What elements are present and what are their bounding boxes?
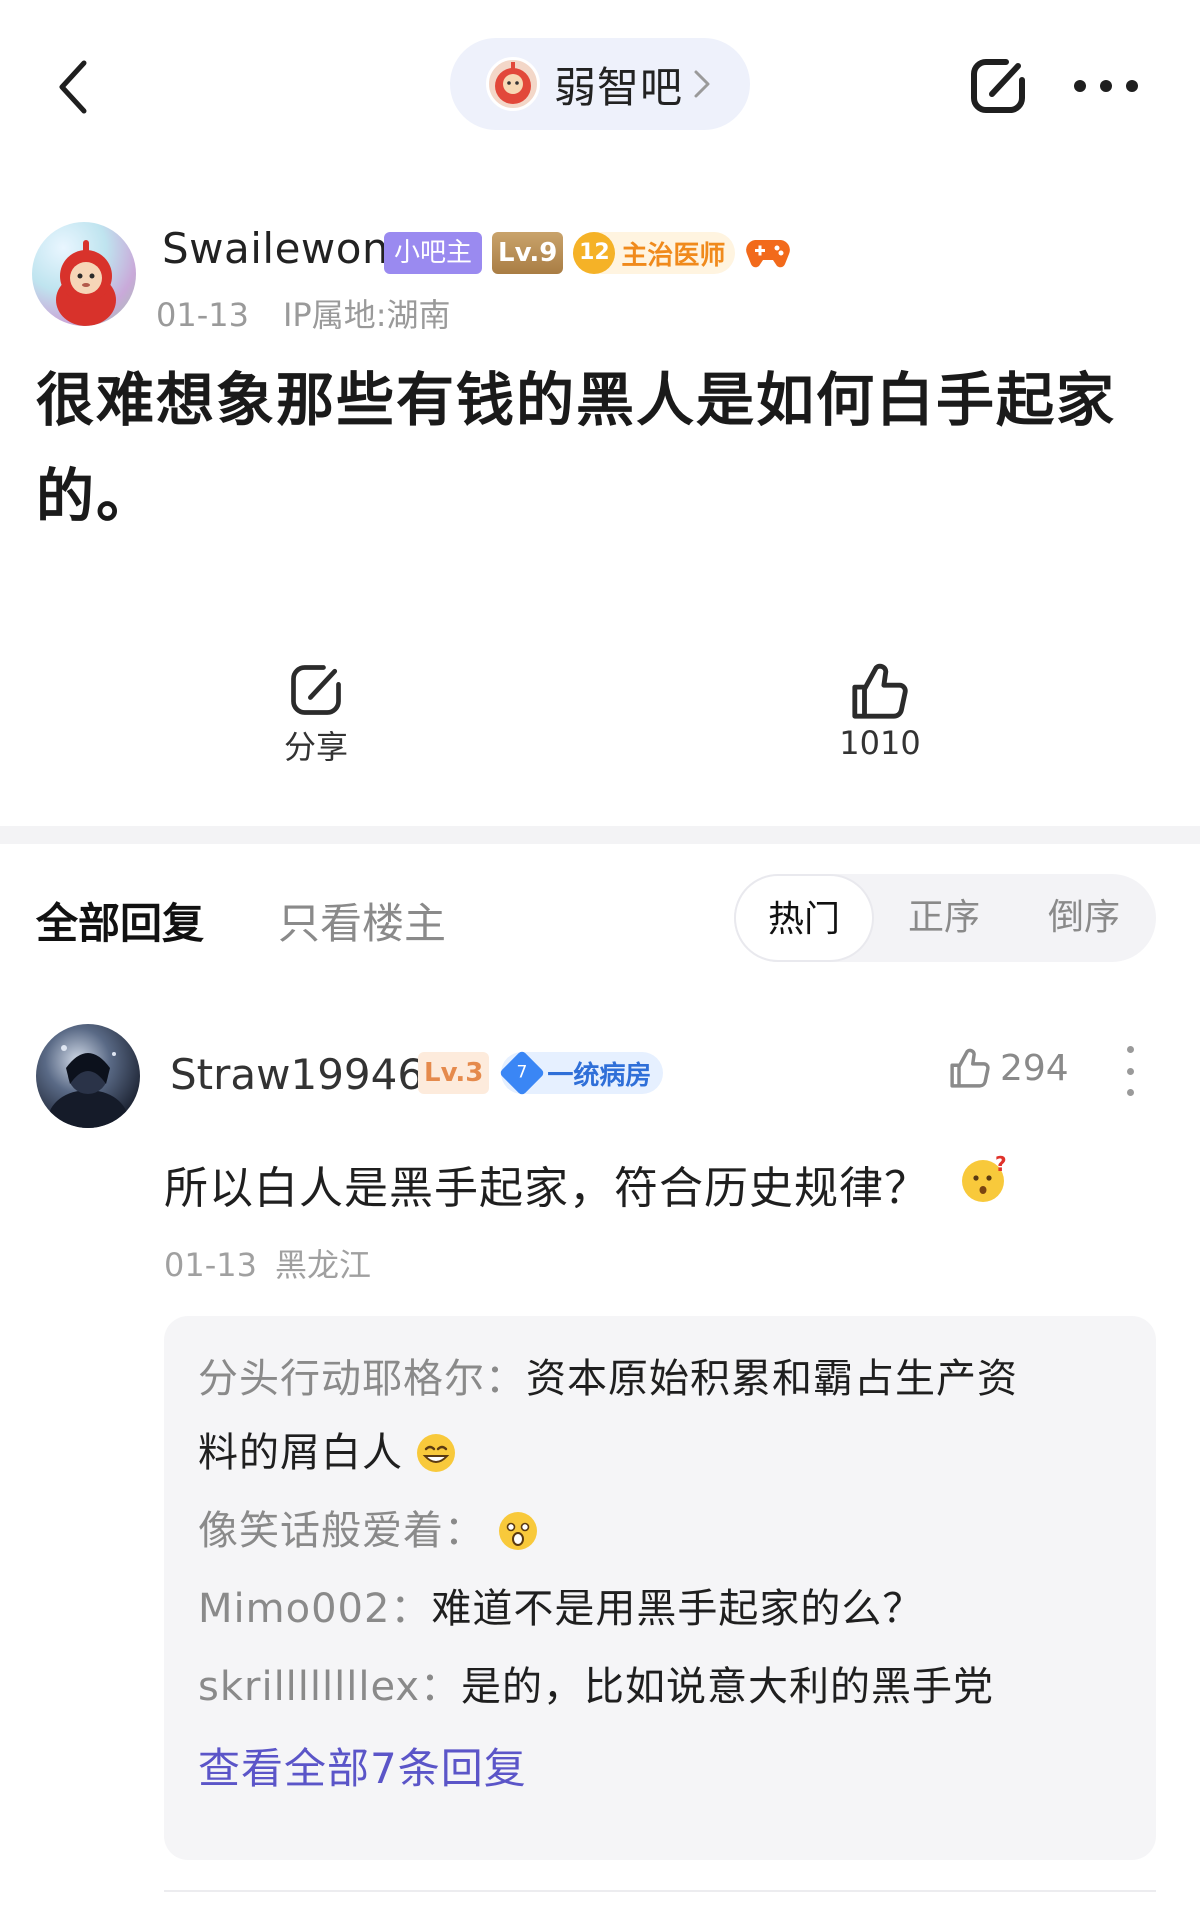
view-all-replies-link[interactable]: 查看全部7条回复 (198, 1726, 1122, 1812)
like-button[interactable]: 1010 (780, 660, 980, 762)
title-text: 主治医师 (621, 240, 726, 271)
back-button[interactable] (48, 52, 98, 122)
post-ip: IP属地:湖南 (282, 296, 451, 334)
game-controller-icon (745, 232, 793, 274)
comment-date: 01-13 (164, 1246, 257, 1284)
sub-reply[interactable]: Mimo002： 难道不是用黑手起家的么？ (198, 1570, 1122, 1648)
share-button-top[interactable] (966, 54, 1030, 118)
sort-hot[interactable]: 热门 (734, 874, 874, 962)
grin-emoji-icon (415, 1432, 457, 1474)
avatar[interactable] (32, 222, 136, 326)
forum-avatar (486, 57, 540, 111)
title-badge[interactable]: 7 一统病房 (499, 1049, 664, 1097)
sub-reply-author[interactable]: skrillllllllex： (198, 1648, 461, 1726)
title-level: 7 (499, 1049, 546, 1097)
comment-meta: 01-13 黑龙江 (164, 1240, 371, 1286)
more-horizontal-icon[interactable] (1074, 74, 1138, 98)
forum-pill[interactable]: 弱智吧 (450, 38, 750, 130)
bottom-divider (164, 1890, 1156, 1892)
author-badges: 小吧主 Lv.9 12 主治医师 (384, 232, 793, 274)
sub-reply[interactable]: 像笑话般爱着： (198, 1492, 1122, 1570)
post-content: 很难想象那些有钱的黑人是如何白手起家的。 (36, 366, 1117, 530)
commenter-name[interactable]: Straw19946 (170, 1050, 424, 1099)
share-icon (971, 59, 1025, 113)
level-badge: Lv.9 (492, 232, 564, 274)
author-name[interactable]: Swailewon (162, 224, 389, 273)
tab-all-replies[interactable]: 全部回复 (36, 890, 204, 951)
thinking-emoji-icon: ? (959, 1152, 1011, 1216)
level-badge: Lv.3 (418, 1052, 490, 1094)
sub-reply-author[interactable]: 像笑话般爱着： (198, 1492, 485, 1570)
sort-desc[interactable]: 倒序 (1014, 874, 1154, 962)
commenter-badges: Lv.3 7 一统病房 (418, 1049, 664, 1097)
chevron-right-icon (693, 69, 711, 99)
shocked-emoji-icon (497, 1510, 539, 1552)
share-button[interactable]: 分享 (216, 660, 416, 768)
reply-tabs: 全部回复 只看楼主 热门 正序 倒序 (0, 870, 1200, 970)
share-icon (291, 665, 341, 715)
svg-text:?: ? (995, 1153, 1008, 1176)
sub-reply[interactable]: 分头行动耶格尔： 资本原始积累和霸占生产资 (198, 1340, 1122, 1418)
post-actions: 分享 1010 (0, 660, 1200, 790)
post-author: Swailewon 小吧主 Lv.9 12 主治医师 01-13 IP属地:湖南 (32, 222, 1172, 334)
sort-asc[interactable]: 正序 (874, 874, 1014, 962)
thumbs-up-icon (950, 1048, 990, 1088)
title-badge[interactable]: 12 主治医师 (573, 232, 736, 274)
sub-reply-author[interactable]: Mimo002： (198, 1570, 431, 1648)
share-label: 分享 (283, 728, 348, 766)
like-count: 1010 (839, 724, 921, 762)
sub-reply-author[interactable]: 分头行动耶格尔： (198, 1340, 526, 1418)
sub-replies: 分头行动耶格尔： 资本原始积累和霸占生产资 料的屑白人 像笑话般爱着： Mimo… (164, 1316, 1156, 1860)
top-bar: 弱智吧 (0, 0, 1200, 170)
sub-reply-text: 资本原始积累和霸占生产资 (526, 1356, 1018, 1402)
title-level: 12 (573, 232, 616, 274)
comment-like-button[interactable]: 294 (948, 1046, 1069, 1090)
comment-text: 所以白人是黑手起家，符合历史规律？ (164, 1163, 929, 1214)
post-date: 01-13 (156, 296, 249, 334)
forum-name: 弱智吧 (554, 62, 684, 112)
tab-op-only[interactable]: 只看楼主 (278, 890, 446, 951)
title-text: 一统病房 (547, 1060, 652, 1091)
back-arrow-icon (59, 60, 87, 114)
comment-like-count: 294 (1000, 1047, 1069, 1089)
section-divider (0, 826, 1200, 844)
sort-selector: 热门 正序 倒序 (734, 874, 1156, 962)
admin-badge: 小吧主 (384, 232, 483, 274)
avatar[interactable] (36, 1024, 140, 1128)
thumbs-up-icon (852, 663, 908, 719)
sub-reply-text-cont: 料的屑白人 (198, 1430, 403, 1476)
sub-reply[interactable]: skrillllllllex： 是的，比如说意大利的黑手党 (198, 1648, 1122, 1726)
comment-text-row: 所以白人是黑手起家，符合历史规律？ ? (164, 1152, 1011, 1216)
more-vertical-icon[interactable] (1122, 1046, 1138, 1096)
sub-reply-text: 难道不是用黑手起家的么？ (431, 1586, 924, 1632)
sub-reply-continuation: 料的屑白人 (198, 1414, 1122, 1492)
comment-location: 黑龙江 (274, 1246, 371, 1284)
post-meta: 01-13 IP属地:湖南 (156, 290, 451, 336)
sub-reply-text: 是的，比如说意大利的黑手党 (461, 1664, 995, 1710)
